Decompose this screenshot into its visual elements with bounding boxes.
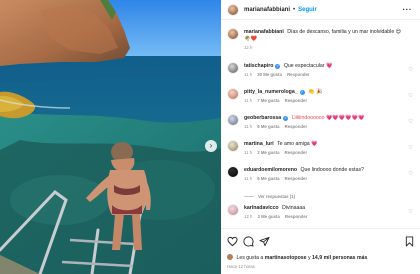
comment-text-line: pitty_la_numerologa_ ✓ 👏 🎉 (244, 89, 404, 96)
comment-text: Liiiiiindoooooo 💗💗💗💗💗💗 (291, 115, 365, 121)
commenter-avatar[interactable] (227, 114, 239, 126)
post-side-panel: marianafabbiani • Seguir ··· marianafabb… (221, 0, 420, 274)
verified-badge-icon: ✓ (275, 64, 281, 69)
comment-text-line: eduardoemilomoreno Que lindoooo donde es… (244, 167, 404, 174)
comment-likes[interactable]: 2 Me gusta (257, 150, 279, 155)
comment-body: geoberbarossa ✓ Liiiiiindoooooo 💗💗💗💗💗💗 11… (244, 115, 404, 129)
comment-time: 12 h (244, 214, 253, 219)
heart-icon[interactable]: ♡ (408, 145, 413, 151)
comment-body: martina_luri Te amo amiga 💗 11 h 2 Me gu… (244, 141, 404, 155)
next-photo-button[interactable]: › (205, 140, 217, 152)
instagram-post-modal: › marianafabbiani • Seguir ··· marianafa… (0, 0, 420, 274)
heart-icon[interactable] (227, 236, 238, 247)
sea-photo-illustration (0, 0, 221, 274)
comment-meta: 11 h 2 Me gusta Responder (244, 150, 404, 155)
caption-text-line: marianafabbiani Días de descanso, famili… (244, 29, 404, 43)
comment-text: 👏 🎉 (308, 89, 323, 95)
comment-likes[interactable]: 2 Me gusta (258, 214, 280, 219)
comment-icon[interactable] (243, 236, 254, 247)
post-photo[interactable]: › (0, 0, 221, 274)
more-options-icon[interactable]: ··· (403, 5, 413, 14)
comment-meta: 11 h 30 Me gusta Responder (244, 72, 404, 77)
comment-time: 11 h (244, 124, 253, 129)
comment-text: Te amo amiga 💗 (277, 141, 318, 147)
separator-dot: • (293, 6, 296, 13)
commenter-avatar[interactable] (227, 204, 239, 216)
view-replies-button[interactable]: Ver respuestas (1) (244, 194, 295, 199)
comment-time: 11 h (244, 72, 253, 77)
author-avatar[interactable] (227, 3, 239, 16)
liker-avatar (227, 254, 233, 260)
comment-text: Que espectacular 💗 (283, 63, 333, 69)
comment-meta: 11 h 6 Me gusta Responder (244, 124, 404, 129)
share-icon[interactable] (259, 236, 270, 247)
comment-text: Que lindoooo donde estas? (300, 167, 364, 173)
verified-badge-icon: ✓ (283, 116, 289, 121)
comment-body: eduardoemilomoreno Que lindoooo donde es… (244, 167, 404, 181)
caption-body: marianafabbiani Días de descanso, famili… (244, 29, 404, 50)
comment-username[interactable]: karinadavicco (244, 205, 279, 211)
follow-button[interactable]: Seguir (298, 7, 317, 13)
comment-text-line: martina_luri Te amo amiga 💗 (244, 141, 404, 148)
view-replies-label: Ver respuestas (1) (258, 194, 296, 199)
liked-by-count[interactable]: 14,9 mil personas más (312, 255, 367, 261)
reply-button[interactable]: Responder (285, 176, 307, 181)
comment-text-line: geoberbarossa ✓ Liiiiiindoooooo 💗💗💗💗💗💗 (244, 115, 404, 122)
comment-meta: 11 h 7 Me gusta Responder (244, 98, 404, 103)
heart-icon[interactable]: ♡ (408, 93, 413, 99)
comment-likes[interactable]: 30 Me gusta (257, 72, 282, 77)
reply-button[interactable]: Responder (285, 124, 307, 129)
comment-meta: 11 h 6 Me gusta Responder (244, 176, 404, 181)
verified-badge-icon: ✓ (299, 90, 305, 95)
comment-username[interactable]: eduardoemilomoreno (244, 167, 297, 173)
heart-icon[interactable]: ♡ (408, 67, 413, 73)
liked-by-summary: Les gusta a martinasotopose y 14,9 mil p… (227, 254, 367, 261)
caption-username[interactable]: marianafabbiani (244, 29, 284, 35)
reply-button[interactable]: Responder (285, 98, 307, 103)
replies-divider (244, 196, 254, 197)
heart-icon[interactable]: ♡ (408, 209, 413, 215)
commenter-avatar[interactable] (227, 62, 239, 74)
heart-icon[interactable]: ♡ (408, 171, 413, 177)
reply-button[interactable]: Responder (285, 150, 307, 155)
caption-meta: 12 h (244, 45, 404, 50)
comment-time: 11 h (244, 98, 253, 103)
liked-by-prefix: Les gusta a (236, 255, 264, 261)
caption-time: 12 h (244, 45, 253, 50)
liked-by-user[interactable]: martinasotopose (265, 255, 307, 261)
post-timestamp: Hace 12 horas (227, 264, 255, 269)
comment-body: tatischapiro ✓ Que espectacular 💗 11 h 30… (244, 63, 404, 77)
comment-time: 11 h (244, 176, 253, 181)
comment-username[interactable]: martina_luri (244, 141, 274, 147)
commenter-avatar[interactable] (227, 140, 239, 152)
comment-likes[interactable]: 6 Me gusta (257, 176, 279, 181)
action-bar (227, 236, 415, 248)
post-footer: Les gusta a martinasotopose y 14,9 mil p… (221, 228, 420, 274)
commenter-avatar[interactable] (227, 166, 239, 178)
comment-time: 11 h (244, 150, 253, 155)
commenter-avatar[interactable] (227, 88, 239, 100)
bookmark-icon[interactable] (404, 236, 415, 247)
post-header: marianafabbiani • Seguir ··· (221, 0, 420, 20)
comment-username[interactable]: pitty_la_numerologa_ (244, 89, 298, 95)
comment-text-line: karinadavicco Divinaaaa (244, 205, 404, 212)
author-username[interactable]: marianafabbiani (244, 7, 290, 13)
comment-likes[interactable]: 7 Me gusta (257, 98, 279, 103)
comment-likes[interactable]: 6 Me gusta (257, 124, 279, 129)
reply-button[interactable]: Responder (285, 214, 307, 219)
chevron-right-icon: › (209, 141, 213, 150)
comment-body: karinadavicco Divinaaaa 12 h 2 Me gusta … (244, 205, 404, 219)
reply-button[interactable]: Responder (287, 72, 309, 77)
comment-username[interactable]: tatischapiro (244, 63, 273, 69)
comment-body: pitty_la_numerologa_ ✓ 👏 🎉 11 h 7 Me gust… (244, 89, 404, 103)
comments-list[interactable]: marianafabbiani Días de descanso, famili… (221, 21, 420, 228)
comment-meta: 12 h 2 Me gusta Responder (244, 214, 404, 219)
liked-by-middle: y (307, 255, 311, 261)
heart-icon[interactable]: ♡ (408, 119, 413, 125)
comment-text: Divinaaaa (282, 205, 306, 211)
author-avatar[interactable] (227, 28, 239, 40)
comment-text-line: tatischapiro ✓ Que espectacular 💗 (244, 63, 404, 70)
comment-username[interactable]: geoberbarossa (244, 115, 281, 121)
